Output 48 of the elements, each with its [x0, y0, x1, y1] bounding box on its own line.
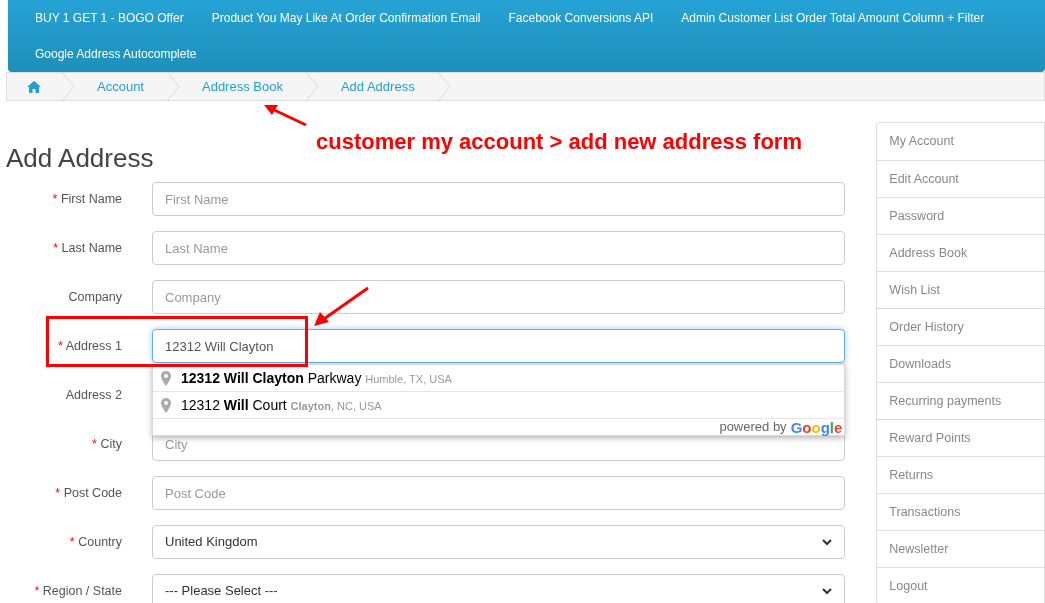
field-label: Company [68, 288, 122, 306]
field-label: * Address 1 [58, 337, 122, 355]
annotation-arrow [262, 103, 308, 127]
select-dropdown[interactable]: United Kingdom [152, 525, 846, 559]
text-input-field[interactable]: Last Name [152, 231, 846, 265]
field-label: * Post Code [55, 484, 122, 502]
nav-link[interactable]: BUY 1 GET 1 - BOGO Offer [21, 0, 198, 36]
breadcrumb-link[interactable]: Address Book [180, 76, 305, 97]
map-pin-icon [161, 397, 171, 413]
annotation-arrow [312, 286, 370, 328]
account-menu-item[interactable]: Logout [877, 567, 1044, 603]
field-label: * Region / State [34, 582, 122, 600]
account-menu-item[interactable]: Recurring payments [877, 382, 1044, 419]
nav-link[interactable]: Admin Customer List Order Total Amount Column + Filter [667, 0, 999, 36]
map-pin-icon [161, 370, 171, 386]
address-suggestion[interactable]: 12312 Will Court Clayton, NC, USA [153, 392, 845, 419]
chevron-down-icon [822, 538, 833, 546]
field-label: * City [92, 435, 122, 453]
annotation-text: customer my account > add new address form [316, 128, 802, 156]
nav-link[interactable]: Google Address Autocomplete [21, 36, 211, 72]
nav-link[interactable]: Facebook Conversions API [494, 0, 668, 36]
account-menu-item[interactable]: Newsletter [877, 530, 1044, 567]
account-menu-item[interactable]: Transactions [877, 493, 1044, 530]
text-input-field[interactable]: 12312 Will Clayton [152, 329, 846, 363]
account-menu-item[interactable]: Reward Points [877, 419, 1044, 456]
address-suggestion[interactable]: 12312 Will Clayton Parkway Humble, TX, USA [153, 365, 845, 392]
field-label: * Last Name [53, 239, 122, 257]
home-icon [27, 80, 41, 93]
page-title: Add Address [6, 143, 154, 173]
text-input-field[interactable]: Post Code [152, 476, 846, 510]
text-input-field[interactable]: First Name [152, 182, 846, 216]
chevron-down-icon [822, 587, 833, 595]
field-label: Address 2 [65, 386, 122, 404]
account-menu-item[interactable]: Order History [877, 308, 1044, 345]
nav-link[interactable]: Product You May Like At Order Confirmation Email [197, 0, 495, 36]
field-label: * First Name [52, 190, 122, 208]
account-menu-item[interactable]: Edit Account [877, 160, 1044, 197]
account-menu-item[interactable]: Address Book [877, 234, 1044, 271]
account-menu-item[interactable]: Password [877, 197, 1044, 234]
account-menu-item[interactable]: Wish List [877, 271, 1044, 308]
select-dropdown[interactable]: --- Please Select --- [152, 574, 846, 603]
breadcrumb-link[interactable]: Account [75, 76, 166, 97]
account-menu-item[interactable]: Downloads [877, 345, 1044, 382]
text-input-field[interactable]: Company [152, 280, 846, 314]
account-menu-item[interactable]: Returns [877, 456, 1044, 493]
breadcrumb-link[interactable]: Add Address [318, 76, 437, 97]
account-menu-item[interactable]: My Account [877, 123, 1044, 160]
field-label: * Country [69, 533, 122, 551]
